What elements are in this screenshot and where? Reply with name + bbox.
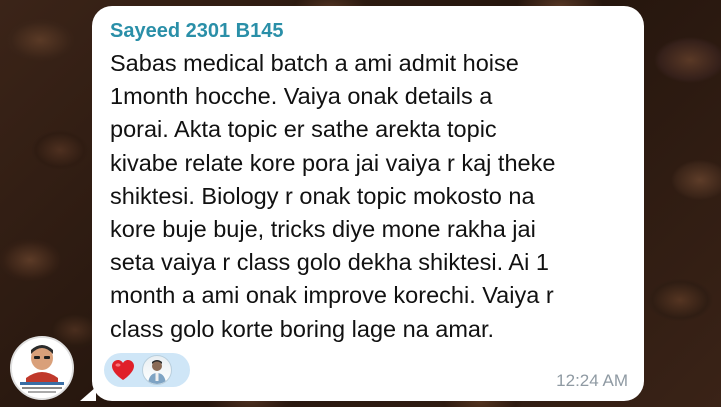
- reactor-avatar[interactable]: [142, 355, 172, 385]
- message-text: Sabas medical batch a ami admit hoise 1m…: [110, 50, 556, 342]
- message-timestamp: 12:24 AM: [556, 371, 628, 390]
- sender-name[interactable]: Sayeed 2301 B145: [110, 19, 628, 43]
- sender-avatar[interactable]: [10, 336, 74, 400]
- heart-icon[interactable]: [110, 357, 136, 383]
- avatar-image: [12, 338, 72, 398]
- reactions-pill[interactable]: [104, 353, 190, 387]
- message-bubble[interactable]: Sayeed 2301 B145 Sabas medical batch a a…: [92, 6, 644, 401]
